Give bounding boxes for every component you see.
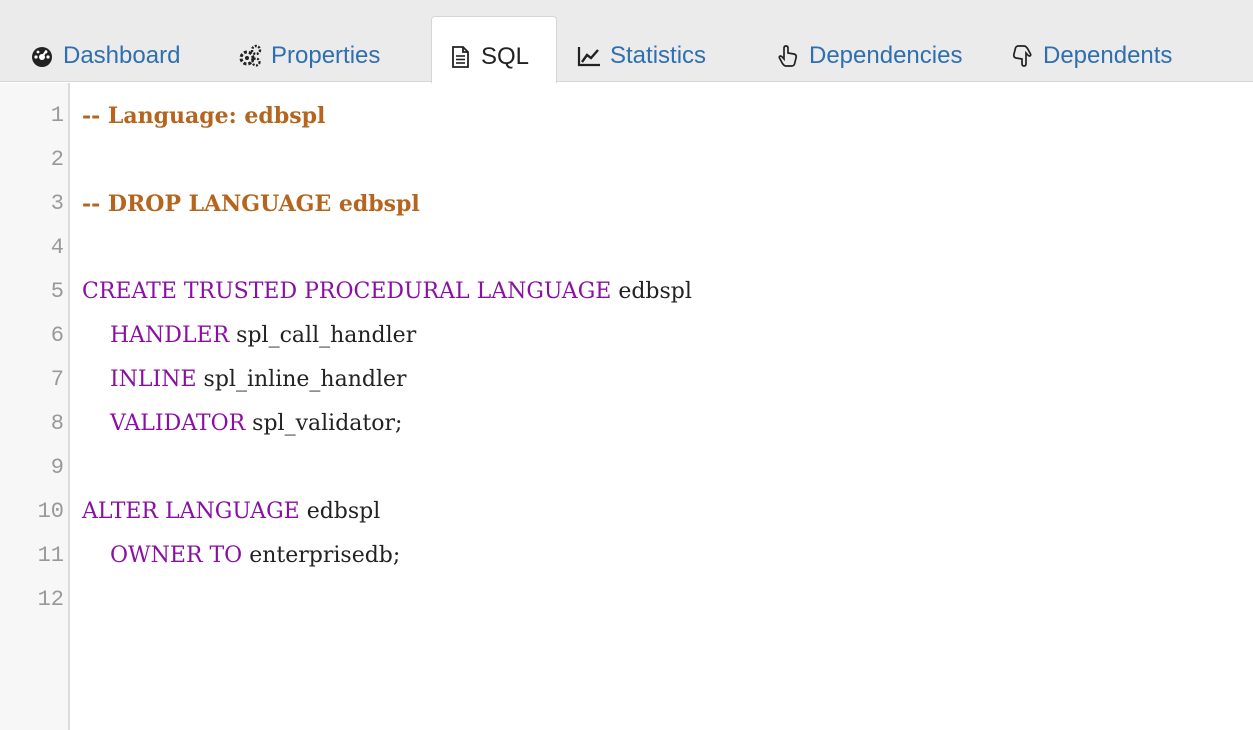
sql-comment: -- DROP LANGUAGE edbspl [82, 191, 420, 217]
code-line: 4 [0, 226, 1253, 270]
code-text: VALIDATOR spl_validator; [82, 402, 402, 446]
hand-down-icon [1010, 44, 1034, 68]
tab-bar: Dashboard Properties SQL Statistics Depe… [0, 0, 1253, 83]
line-number: 12 [37, 587, 64, 612]
line-number: 9 [50, 455, 64, 480]
code-line: 7 INLINE spl_inline_handler [0, 358, 1253, 402]
code-line: 3 -- DROP LANGUAGE edbspl [0, 182, 1253, 226]
tab-label: Dependencies [809, 42, 963, 69]
tab-dashboard[interactable]: Dashboard [30, 30, 180, 82]
sql-identifier: enterprisedb; [242, 543, 401, 568]
sql-identifier: spl_inline_handler [196, 367, 407, 392]
tab-sql[interactable]: SQL [431, 16, 557, 83]
code-line: 12 [0, 578, 1253, 622]
line-chart-icon [577, 44, 601, 68]
tab-dependencies[interactable]: Dependencies [776, 30, 962, 82]
tab-statistics[interactable]: Statistics [577, 30, 706, 82]
tab-label: Statistics [610, 42, 707, 69]
tab-properties[interactable]: Properties [238, 30, 380, 82]
code-line: 9 [0, 446, 1253, 490]
tab-label: Properties [271, 42, 381, 69]
code-line: 5 CREATE TRUSTED PROCEDURAL LANGUAGE edb… [0, 270, 1253, 314]
cogs-icon [238, 44, 262, 68]
tab-label: Dashboard [63, 42, 181, 69]
tab-label: Dependents [1043, 42, 1173, 69]
file-text-icon [448, 45, 472, 69]
line-number: 6 [50, 323, 64, 348]
sql-keyword: HANDLER [109, 323, 230, 348]
line-number: 11 [37, 543, 64, 568]
sql-keyword: VALIDATOR [109, 411, 246, 436]
sql-comment: -- Language: edbspl [82, 103, 326, 129]
sql-code-editor[interactable]: 1 -- Language: edbspl 2 3 -- DROP LANGUA… [0, 83, 1253, 730]
sql-identifier: edbspl [611, 279, 692, 304]
tab-dependents[interactable]: Dependents [1010, 30, 1172, 82]
code-line: 1 -- Language: edbspl [0, 94, 1253, 138]
sql-keyword: INLINE [109, 367, 197, 392]
line-number: 7 [50, 367, 64, 392]
tab-label: SQL [481, 43, 530, 70]
line-number: 8 [50, 411, 64, 436]
code-line: 8 VALIDATOR spl_validator; [0, 402, 1253, 446]
sql-keyword: CREATE TRUSTED PROCEDURAL LANGUAGE [82, 279, 612, 304]
line-number: 4 [50, 235, 64, 260]
code-text: HANDLER spl_call_handler [82, 314, 416, 358]
line-number: 1 [50, 103, 64, 128]
sql-identifier: spl_call_handler [229, 323, 417, 348]
line-number: 3 [50, 191, 64, 216]
code-line: 6 HANDLER spl_call_handler [0, 314, 1253, 358]
code-line: 10 ALTER LANGUAGE edbspl [0, 490, 1253, 534]
code-text: -- Language: edbspl [82, 94, 325, 139]
line-number: 2 [50, 147, 64, 172]
dashboard-icon [30, 44, 54, 68]
line-number: 10 [37, 499, 64, 524]
hand-up-icon [776, 44, 800, 68]
code-text: ALTER LANGUAGE edbspl [82, 490, 380, 534]
line-number: 5 [50, 279, 64, 304]
code-text: -- DROP LANGUAGE edbspl [82, 182, 420, 227]
code-line: 11 OWNER TO enterprisedb; [0, 534, 1253, 578]
sql-identifier: edbspl [299, 499, 381, 524]
sql-keyword: ALTER LANGUAGE [82, 499, 300, 524]
sql-identifier: spl_validator; [245, 411, 403, 436]
code-text: CREATE TRUSTED PROCEDURAL LANGUAGE edbsp… [82, 270, 692, 314]
sql-keyword: OWNER TO [109, 543, 243, 568]
code-text: OWNER TO enterprisedb; [82, 534, 400, 578]
code-text: INLINE spl_inline_handler [82, 358, 407, 402]
code-line: 2 [0, 138, 1253, 182]
